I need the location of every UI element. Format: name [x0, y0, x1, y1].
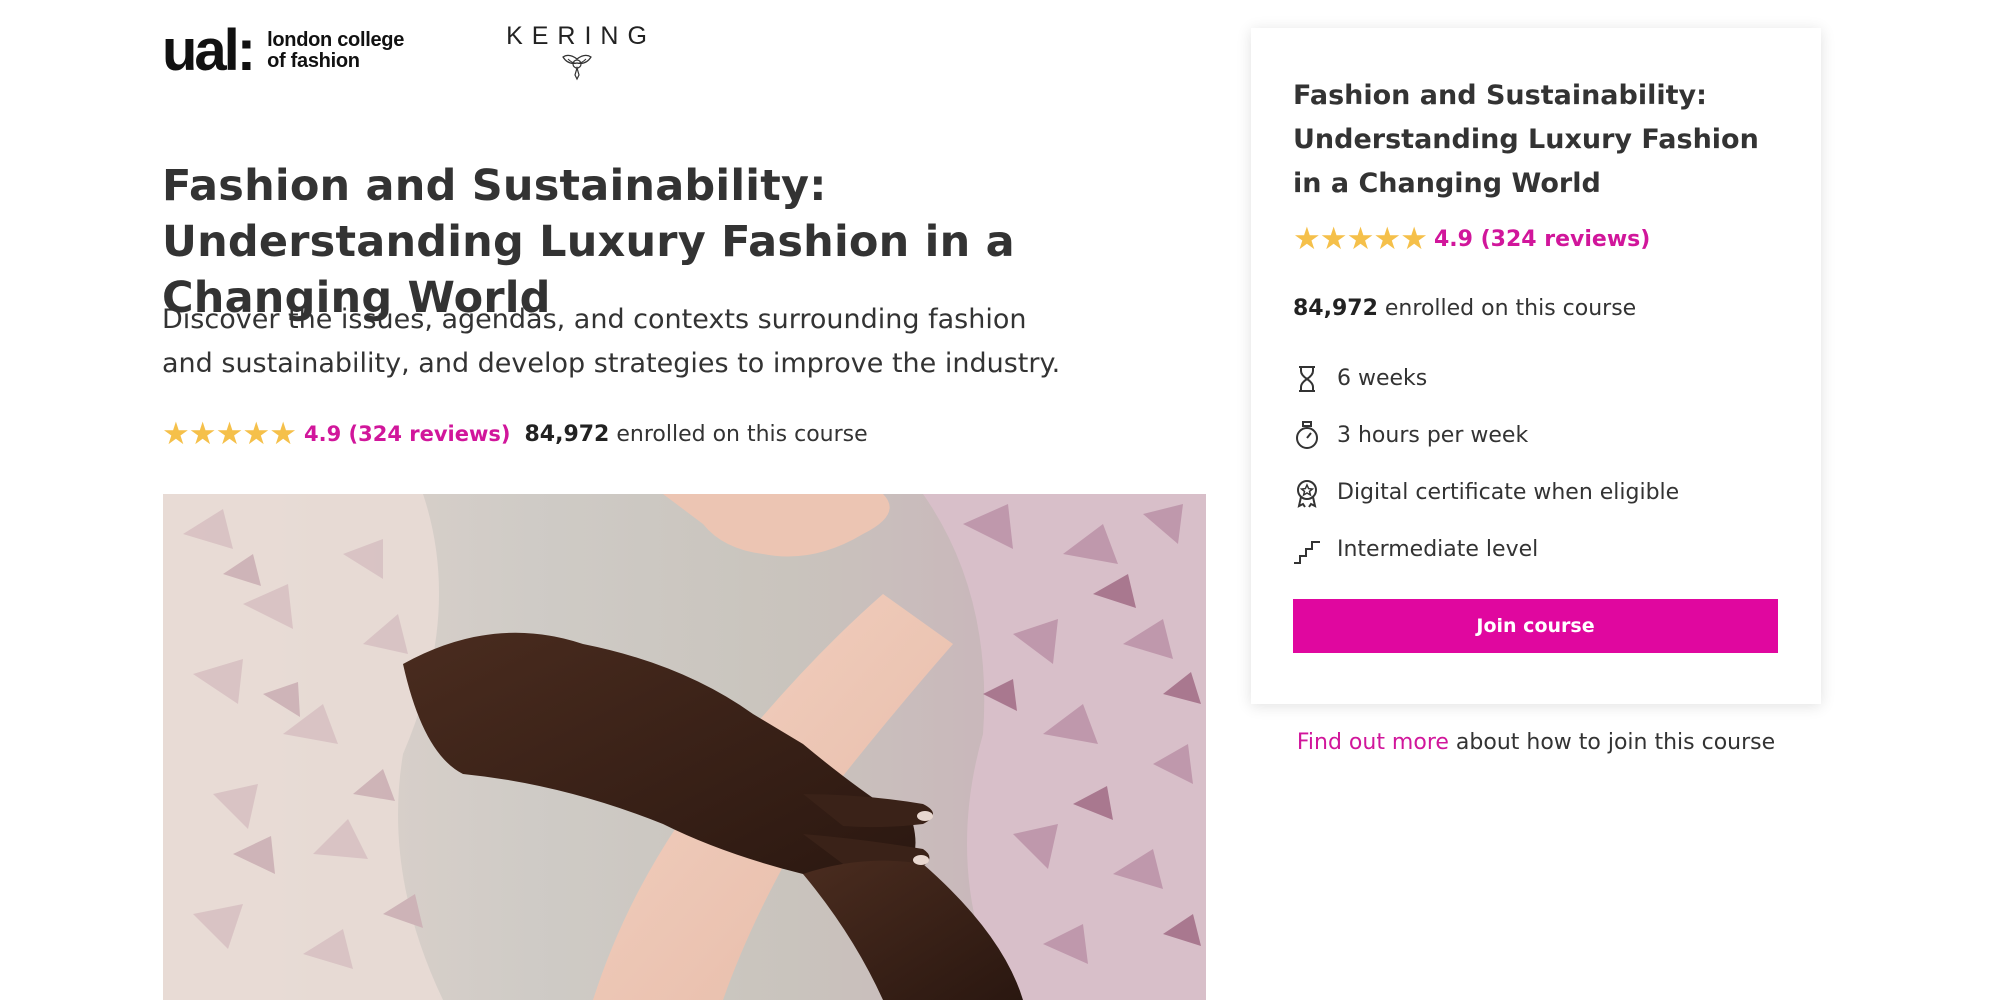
course-features-list: 6 weeks 3 hours per week Digital certifi…: [1293, 350, 1679, 578]
stopwatch-icon: [1293, 420, 1321, 452]
rating-summary: ★ ★ ★ ★ ★ 4.9 (324 reviews) 84,972 enrol…: [162, 414, 868, 454]
find-out-more-rest: about how to join this course: [1448, 730, 1776, 755]
star-icon: ★: [162, 415, 190, 452]
enrolled-suffix: enrolled on this course: [609, 421, 868, 447]
ual-wordmark: ual:: [162, 18, 256, 83]
feature-label: 6 weeks: [1337, 366, 1428, 391]
star-icon: ★: [188, 415, 217, 452]
kering-wordmark: KERING: [506, 22, 656, 50]
enrolled-number: 84,972: [524, 421, 610, 447]
card-reviews-link[interactable]: 4.9 (324 reviews): [1434, 227, 1650, 252]
feature-duration: 6 weeks: [1293, 350, 1679, 407]
join-course-button[interactable]: Join course: [1293, 599, 1778, 653]
ual-college-line-2: of fashion: [267, 50, 360, 72]
hourglass-icon: [1293, 363, 1321, 395]
stairs-icon: [1293, 534, 1321, 566]
card-rating: ★ ★ ★ ★ ★ 4.9 (324 reviews): [1293, 224, 1650, 255]
feature-label: 3 hours per week: [1337, 423, 1529, 448]
star-rating: ★ ★ ★ ★ ★: [162, 415, 297, 452]
feature-label: Intermediate level: [1337, 537, 1539, 562]
reviews-link[interactable]: 4.9 (324 reviews): [304, 422, 510, 446]
find-out-more-text: Find out more about how to join this cou…: [1251, 730, 1821, 755]
ual-logo[interactable]: ual: london college of fashion: [162, 22, 404, 80]
feature-certificate: Digital certificate when eligible: [1293, 464, 1679, 521]
star-icon: ★: [269, 415, 297, 452]
star-icon: ★: [1293, 221, 1321, 257]
course-description: Discover the issues, agendas, and contex…: [162, 304, 1061, 379]
ual-college-line-1: london college: [267, 29, 405, 51]
card-enrolled-suffix: enrolled on this course: [1377, 296, 1637, 321]
star-icon: ★: [1400, 221, 1428, 257]
card-enrolled-count: 84,972 enrolled on this course: [1293, 296, 1636, 321]
kering-logo[interactable]: KERING: [496, 24, 658, 81]
find-out-more-link[interactable]: Find out more: [1297, 730, 1449, 755]
feature-weekly-hours: 3 hours per week: [1293, 407, 1679, 464]
certificate-icon: [1293, 477, 1321, 509]
star-icon: ★: [242, 415, 271, 452]
enrolled-count: 84,972 enrolled on this course: [524, 422, 867, 447]
star-icon: ★: [1346, 221, 1375, 257]
owl-icon: [562, 54, 592, 81]
star-icon: ★: [1373, 221, 1402, 257]
course-summary-card: Fashion and Sustainability: Understandin…: [1251, 28, 1821, 704]
feature-level: Intermediate level: [1293, 521, 1679, 578]
ual-college-name: london college of fashion: [267, 30, 404, 72]
course-hero-image: [163, 494, 1206, 1000]
card-enrolled-number: 84,972: [1293, 296, 1378, 321]
feature-label: Digital certificate when eligible: [1337, 480, 1680, 505]
card-title: Fashion and Sustainability: Understandin…: [1293, 80, 1759, 199]
star-icon: ★: [1319, 221, 1348, 257]
star-icon: ★: [215, 415, 244, 452]
